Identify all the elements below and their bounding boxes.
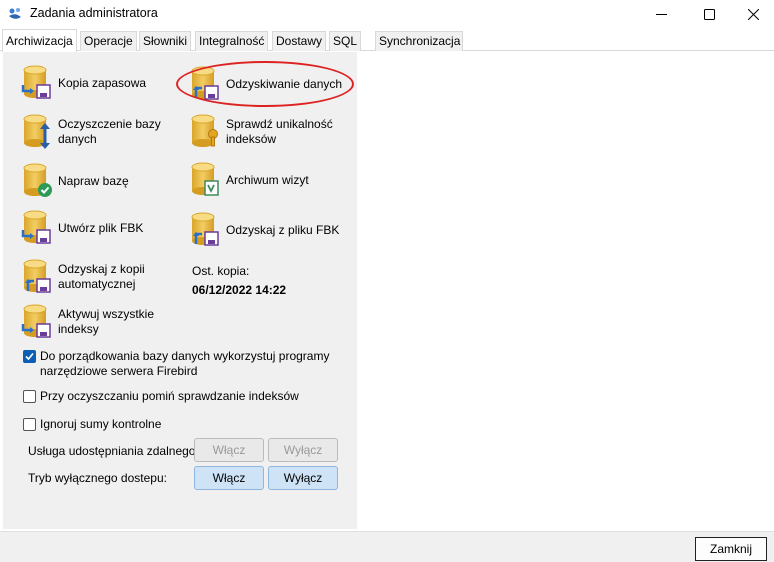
close-icon [747, 8, 759, 20]
database-clean-icon [23, 114, 50, 149]
database-backup-icon [21, 304, 51, 338]
title-bar: Zadania administratora [0, 0, 774, 28]
task-unikalnosc-label: Sprawdź unikalność indeksów [226, 117, 333, 146]
remote-sharing-disable-button[interactable]: Wyłącz [268, 438, 338, 462]
remote-sharing-label: Usługa udostępniania zdalnego: [28, 444, 199, 458]
annotation-circle [176, 61, 354, 107]
tab-sql[interactable]: SQL [329, 31, 362, 51]
task-odzyskaj-fbk[interactable]: Odzyskaj z pliku FBK [189, 212, 339, 248]
database-key-icon [191, 114, 218, 147]
tab-integralnosc[interactable]: Integralność [195, 31, 269, 51]
task-utworz-fbk-label: Utwórz plik FBK [58, 220, 144, 235]
option-ignore-checksums[interactable]: Ignoruj sumy kontrolne [23, 417, 161, 432]
tab-slowniki[interactable]: Słowniki [139, 31, 192, 51]
task-archiwum-label: Archiwum wizyt [226, 172, 309, 187]
skip-index-check-checkbox[interactable] [23, 390, 36, 403]
ignore-checksums-label: Ignoruj sumy kontrolne [40, 417, 162, 431]
option-skip-index-check[interactable]: Przy oczyszczaniu pomiń sprawdzanie inde… [23, 389, 299, 404]
footer-bar [0, 531, 774, 562]
window-title: Zadania administratora [30, 6, 158, 20]
tab-dostawy[interactable]: Dostawy [272, 31, 327, 51]
task-archiwum-wizyt[interactable]: Archiwum wizyt [189, 162, 309, 198]
last-backup-value: 06/12/2022 14:22 [192, 283, 287, 297]
task-odzyskaj-z-kopii-label: Odzyskaj z kopii automatycznej [58, 262, 145, 291]
task-oczyszczenie-bazy[interactable]: Oczyszczenie bazy danych [21, 114, 168, 150]
database-restore-icon [191, 212, 219, 246]
task-aktywuj-label: Aktywuj wszystkie indeksy [58, 307, 155, 336]
maximize-button[interactable] [686, 0, 732, 28]
maximize-icon [703, 8, 715, 20]
exclusive-mode-label: Tryb wyłącznego dostepu: [28, 471, 167, 485]
tab-synchronizacja[interactable]: Synchronizacja [375, 31, 463, 51]
minimize-icon [655, 13, 667, 15]
exclusive-mode-enable-button[interactable]: Włącz [194, 466, 264, 490]
last-backup-label: Ost. kopia: [192, 264, 250, 278]
exclusive-mode-disable-button[interactable]: Wyłącz [268, 466, 338, 490]
close-button[interactable]: Zamknij [695, 537, 767, 561]
task-odzyskaj-fbk-label: Odzyskaj z pliku FBK [226, 222, 340, 237]
task-oczyszczenie-label: Oczyszczenie bazy danych [58, 117, 161, 146]
ignore-checksums-checkbox[interactable] [23, 418, 36, 431]
option-firebird-tools[interactable]: Do porządkowania bazy danych wykorzystuj… [23, 349, 343, 379]
task-napraw-baze[interactable]: Napraw bazę [21, 163, 129, 199]
database-backup-icon [21, 65, 51, 99]
database-repair-icon [23, 163, 52, 197]
database-backup-icon [21, 210, 51, 244]
minimize-button[interactable] [638, 0, 684, 28]
checkmark-icon [25, 352, 34, 361]
skip-index-check-label: Przy oczyszczaniu pomiń sprawdzanie inde… [40, 389, 299, 403]
remote-sharing-enable-button[interactable]: Włącz [194, 438, 264, 462]
task-odzyskaj-z-kopii[interactable]: Odzyskaj z kopii automatycznej [21, 259, 158, 295]
firebird-tools-label: Do porządkowania bazy danych wykorzystuj… [40, 349, 330, 378]
app-icon [9, 8, 21, 19]
task-sprawdz-unikalnosc[interactable]: Sprawdź unikalność indeksów [189, 114, 346, 150]
task-kopia-zapasowa[interactable]: Kopia zapasowa [21, 65, 146, 101]
tab-strip: Archiwizacja Operacje Słowniki Integraln… [0, 29, 774, 52]
tab-operacje[interactable]: Operacje [80, 31, 137, 51]
task-kopia-label: Kopia zapasowa [58, 75, 147, 90]
firebird-tools-checkbox[interactable] [23, 350, 36, 363]
close-window-button[interactable] [730, 0, 774, 28]
task-utworz-fbk[interactable]: Utwórz plik FBK [21, 210, 143, 246]
database-archive-icon [191, 162, 219, 196]
tab-archiwizacja[interactable]: Archiwizacja [2, 29, 77, 52]
task-napraw-label: Napraw bazę [58, 173, 129, 188]
database-restore-icon [23, 259, 51, 293]
task-aktywuj-indeksy[interactable]: Aktywuj wszystkie indeksy [21, 304, 168, 340]
